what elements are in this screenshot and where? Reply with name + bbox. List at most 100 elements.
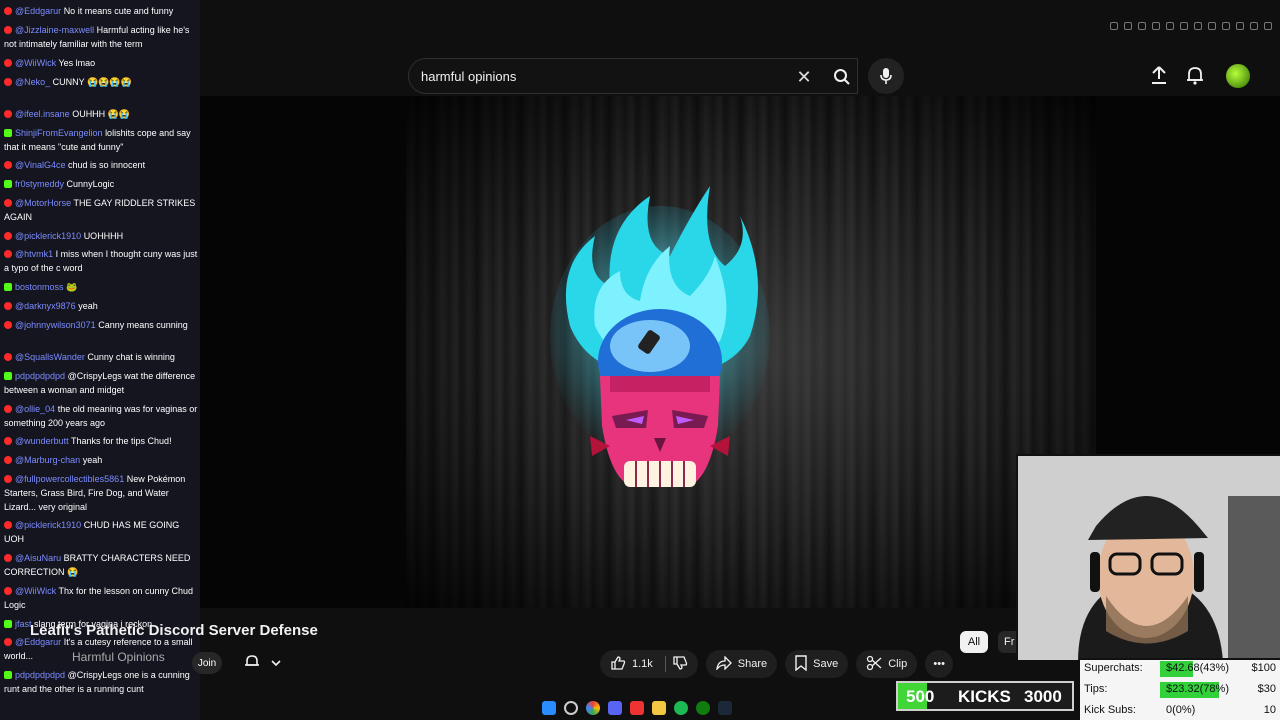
upload-icon[interactable] [1146,62,1172,88]
chat-username[interactable]: @ollie_04 [15,404,55,414]
kick-icon [4,671,12,679]
youtube-icon [4,456,12,464]
chat-username[interactable]: bostonmoss [15,282,64,292]
bell-icon[interactable] [1182,62,1208,88]
chat-text: OUHHH 😭😭 [72,109,131,119]
like-button[interactable]: 1.1k [600,650,698,678]
join-button[interactable]: Join [192,652,222,674]
chat-message: @Neko_ CUNNY 😭😭😭😭 [4,75,198,89]
kick-icon [4,129,12,137]
shield-icon[interactable] [1152,22,1160,30]
kick-subs-label: Kick Subs: [1084,704,1136,716]
youtube-icon [4,78,12,86]
chat-username[interactable]: @SquallsWander [15,352,85,362]
youtube-icon [4,475,12,483]
chat-message: pdpdpdpdpd @CrispyLegs wat the differenc… [4,369,198,397]
ai-icon[interactable] [1250,22,1258,30]
chat-message: @johnnywilson3071 Canny means cunning [4,318,198,332]
steam-icon[interactable] [718,701,732,715]
chat-username[interactable]: @picklerick1910 [15,520,81,530]
chat-username[interactable]: @johnnywilson3071 [15,320,96,330]
tips-label: Tips: [1084,683,1108,695]
spotify-icon[interactable] [674,701,688,715]
chat-username[interactable]: @Marburg-chan [15,455,80,465]
chat-message: @darknyx9876 yeah [4,299,198,313]
superchats-value: $42.68(43%) [1166,662,1229,674]
chat-text: Canny means cunning [98,320,188,330]
more-button[interactable]: ••• [925,650,954,678]
youtube-icon [4,59,12,67]
chat-username[interactable]: @htvmk1 [15,249,53,259]
bookmark-icon [795,654,807,674]
youtube-icon [4,321,12,329]
chat-username[interactable]: @Jizzlaine-maxwell [15,25,94,35]
chat-text: yeah [78,301,98,311]
chip-all[interactable]: All [960,631,988,653]
chat-message: @htvmk1 I miss when I thought cuny was j… [4,247,198,275]
play-icon[interactable] [1166,22,1174,30]
menu-icon[interactable] [1264,22,1272,30]
chat-username[interactable]: @WiiWick [15,58,56,68]
chat-username[interactable]: ShinjiFromEvangelion [15,128,103,138]
share-page-icon[interactable] [1138,22,1146,30]
chat-text: No it means cute and funny [63,6,174,16]
xbox-icon[interactable] [696,701,710,715]
youtube-icon[interactable] [630,701,644,715]
chat-username[interactable]: @AisuNaru [15,553,61,563]
discord-icon[interactable] [608,701,622,715]
youtube-icon [4,232,12,240]
chat-username[interactable]: @Eddgarur [15,6,61,16]
share-button[interactable]: Share [705,650,778,678]
microphone-icon[interactable] [868,58,904,94]
youtube-icon [4,353,12,361]
kick-icon [4,372,12,380]
chat-username[interactable]: @ifeel.insane [15,109,70,119]
chrome-icon[interactable] [586,701,600,715]
thumbs-down-icon[interactable] [672,655,688,674]
windows-start-icon[interactable] [542,701,556,715]
edit-icon[interactable] [1236,22,1244,30]
extension-icon[interactable] [1124,22,1132,30]
notification-toggle[interactable] [238,650,286,676]
chat-username[interactable]: pdpdpdpdpd [15,371,65,381]
clip-button[interactable]: Clip [856,650,918,678]
puzzle-icon[interactable] [1208,22,1216,30]
kicks-current: 500 [906,687,935,706]
avatar[interactable] [1226,64,1250,88]
chat-text: chud is so innocent [68,160,146,170]
chat-message: @AisuNaru BRATTY CHARACTERS NEED CORRECT… [4,551,198,579]
chat-username[interactable]: pdpdpdpdpd [15,670,65,680]
clip-label: Clip [888,658,908,670]
chat-username[interactable]: @wunderbutt [15,436,69,446]
folder-icon[interactable] [652,701,666,715]
chat-username[interactable]: @MotorHorse [15,198,71,208]
chat-username[interactable]: @picklerick1910 [15,231,81,241]
search-input[interactable]: harmful opinions [421,69,516,84]
zoom-icon[interactable] [1110,22,1118,30]
chat-username[interactable]: fr0stymeddy [15,179,64,189]
chat-message: @SquallsWander Cunny chat is winning [4,350,198,364]
channel-name[interactable]: Harmful Opinions [72,650,165,664]
volume-icon[interactable] [1194,22,1202,30]
heart-icon[interactable] [1180,22,1188,30]
save-button[interactable]: Save [785,650,849,678]
skull-logo [550,176,770,536]
chat-username[interactable]: @VinalG4ce [15,160,66,170]
chat-username[interactable]: @fullpowercollectibles5861 [15,474,124,484]
close-icon[interactable]: ✕ [792,65,816,89]
share-icon [715,654,732,673]
chat-username[interactable]: @WiiWick [15,586,56,596]
video-title[interactable]: Leafit's Pathetic Discord Server Defense [30,622,318,639]
chat-message: @MotorHorse THE GAY RIDDLER STRIKES AGAI… [4,196,198,224]
chat-username[interactable]: @Neko_ [15,77,50,87]
search-icon[interactable] [829,64,855,90]
chat-message: @Marburg-chan yeah [4,453,198,467]
chat-message: @fullpowercollectibles5861 New Pokémon S… [4,472,198,514]
search-bar[interactable]: harmful opinions ✕ [408,58,858,94]
search-icon[interactable] [564,701,578,715]
chat-message: @Jizzlaine-maxwell Harmful acting like h… [4,23,198,51]
chat-username[interactable]: @darknyx9876 [15,301,76,311]
chat-text: Yes lmao [58,58,96,68]
chat-message: bostonmoss 🐸 [4,280,198,294]
download-icon[interactable] [1222,22,1230,30]
